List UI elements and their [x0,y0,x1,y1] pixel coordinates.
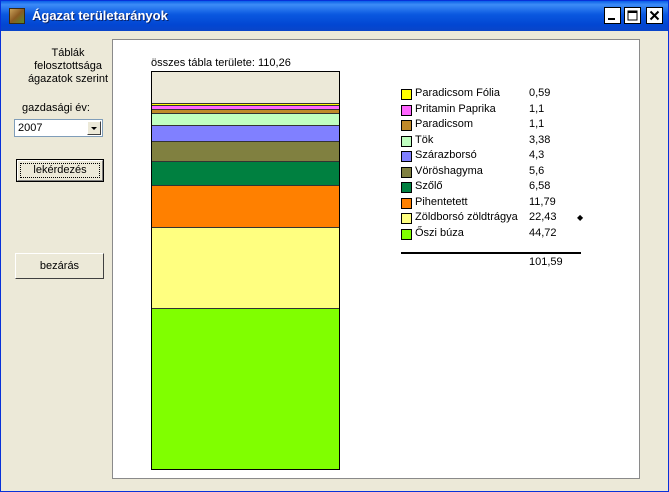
legend-label: Paradicsom Fólia [415,87,500,99]
bar-segment [152,105,339,110]
close-icon [649,10,660,21]
legend-label: Paradicsom [415,118,474,130]
title-bar[interactable]: Ágazat területarányok [1,1,668,31]
legend-swatch [401,120,412,131]
client-area: Táblák felosztottsága ágazatok szerint g… [4,31,665,488]
legend-label: Vöröshagyma [415,164,483,177]
legend-label: Zöldborsó zöldtrágya [415,211,518,223]
minimize-button[interactable] [604,7,621,24]
year-select-value: 2007 [18,122,43,134]
legend-label: Pihentetett [415,195,468,208]
legend-value: 5,6 [529,164,545,177]
legend: Paradicsom Fólia 0,59 Pritamin Paprika 1,1 P… [401,86,601,241]
legend-value: 1,1 [529,118,545,130]
selection-marker-icon: ◆ [577,213,584,222]
year-select[interactable]: 2007 [14,119,103,137]
sum-value: 101,59 [529,256,563,268]
tables-label: Táblák felosztottsága ágazatok szerint [27,47,109,85]
close-button-label: bezárás [39,260,80,272]
legend-label: Tök [415,133,434,146]
query-button[interactable]: lekérdezés [16,159,104,182]
legend-swatch [401,228,412,240]
bar-segment [152,103,339,106]
legend-value: 4,3 [529,149,545,161]
window-title: Ágazat területarányok [32,8,168,23]
bar-segment [152,227,339,308]
legend-item: Szárazborsó 4,3 [401,148,601,164]
legend-label: Szőlő [415,180,443,192]
close-window-button[interactable] [646,7,663,24]
bar-segment [152,184,339,228]
legend-value: 11,79 [529,195,556,208]
legend-swatch [401,182,412,193]
bar-segment [152,307,339,469]
legend-swatch [401,89,412,100]
legend-value: 44,72 [529,226,557,239]
legend-swatch [401,213,412,224]
legend-value: 6,58 [529,180,551,192]
legend-swatch [401,135,412,147]
legend-value: 3,38 [529,133,551,146]
query-button-label: lekérdezés [33,164,87,176]
legend-value: 0,59 [529,87,551,99]
legend-item: Tök 3,38 [401,133,601,149]
chart-panel: összes tábla területe: 110,26 Paradicsom… [112,39,640,479]
legend-item: Paradicsom Fólia 0,59 [401,86,601,102]
legend-item: Pihentetett 11,79 [401,195,601,211]
chevron-down-icon[interactable] [87,121,101,135]
bar-segment [152,113,339,126]
legend-item: Zöldborsó zöldtrágya 22,43 ◆ [401,210,601,226]
bar-segment [152,125,339,141]
legend-label: Őszi búza [415,226,464,239]
legend-item: Paradicsom 1,1 [401,117,601,133]
bar-segment [152,140,339,162]
legend-item: Őszi búza 44,72 [401,226,601,242]
legend-swatch [401,104,412,116]
close-button[interactable]: bezárás [15,253,104,279]
stacked-bar [151,71,340,470]
legend-item: Szőlő 6,58 [401,179,601,195]
legend-value: 1,1 [529,102,545,115]
legend-label: Pritamin Paprika [415,102,496,115]
bar-segment [152,109,339,114]
maximize-button[interactable] [624,7,641,24]
app-icon [9,8,25,24]
legend-swatch [401,151,412,162]
maximize-icon [627,10,638,21]
legend-swatch [401,197,412,209]
minimize-icon [608,18,615,20]
sum-divider [401,252,581,254]
total-area-label: összes tábla területe: 110,26 [151,57,291,69]
legend-item: Vöröshagyma 5,6 [401,164,601,180]
year-label: gazdasági év: [22,102,90,114]
legend-label: Szárazborsó [415,149,477,161]
bar-segment [152,161,339,185]
legend-swatch [401,166,412,178]
legend-value: 22,43 [529,211,557,223]
legend-item: Pritamin Paprika 1,1 [401,102,601,118]
app-window: Ágazat területarányok Táblák felosztotts… [0,0,669,492]
